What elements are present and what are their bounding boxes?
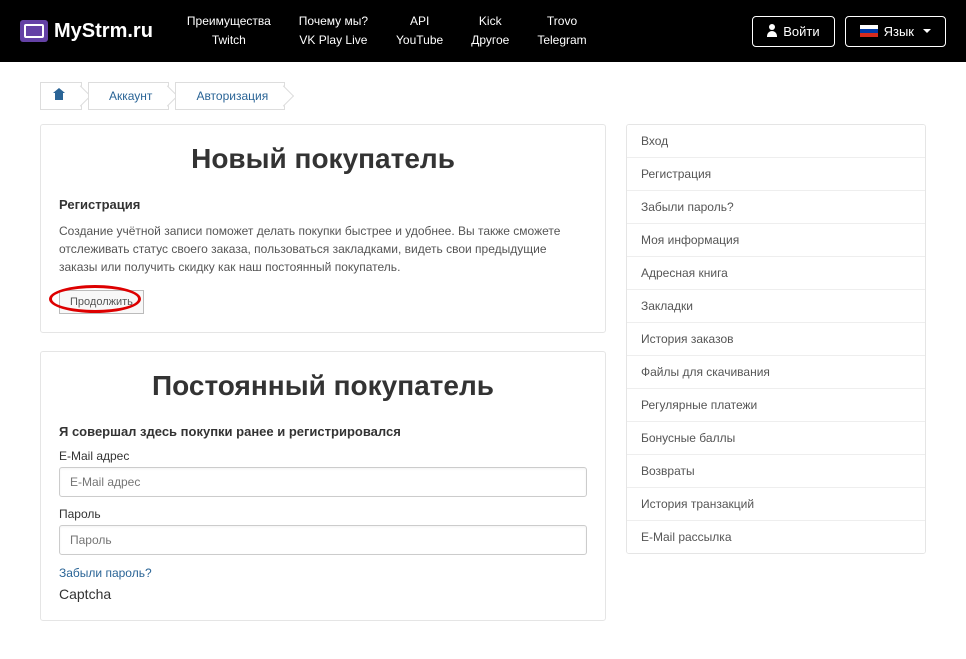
main-content: Новый покупатель Регистрация Создание уч… [40, 124, 606, 639]
home-icon [53, 90, 65, 100]
header-right: Войти Язык [752, 16, 946, 47]
registration-desc: Создание учётной записи поможет делать п… [59, 222, 587, 276]
person-icon [767, 26, 777, 36]
nav-item[interactable]: ПреимуществаTwitch [173, 12, 285, 50]
sidebar-item-login[interactable]: Вход [627, 125, 925, 158]
chevron-down-icon [923, 29, 931, 33]
flag-ru-icon [860, 25, 878, 37]
registration-subtitle: Регистрация [59, 197, 587, 212]
returning-title: Постоянный покупатель [59, 370, 587, 402]
twitch-icon [20, 20, 48, 42]
sidebar-item-address[interactable]: Адресная книга [627, 257, 925, 290]
sidebar-item-transactions[interactable]: История транзакций [627, 488, 925, 521]
sidebar-item-register[interactable]: Регистрация [627, 158, 925, 191]
breadcrumb: Аккаунт Авторизация [40, 82, 926, 110]
lang-label: Язык [884, 24, 914, 39]
login-button[interactable]: Войти [752, 16, 834, 47]
sidebar-item-newsletter[interactable]: E-Mail рассылка [627, 521, 925, 553]
main-nav: ПреимуществаTwitch Почему мы?VK Play Liv… [173, 12, 752, 50]
breadcrumb-account[interactable]: Аккаунт [88, 82, 169, 110]
sidebar-item-bonus[interactable]: Бонусные баллы [627, 422, 925, 455]
password-field[interactable] [59, 525, 587, 555]
sidebar-item-myinfo[interactable]: Моя информация [627, 224, 925, 257]
returning-customer-panel: Постоянный покупатель Я совершал здесь п… [40, 351, 606, 621]
nav-item[interactable]: KickДругое [457, 12, 523, 50]
continue-button[interactable]: Продолжить [59, 290, 144, 314]
forgot-password-link[interactable]: Забыли пароль? [59, 566, 152, 580]
returning-subtitle: Я совершал здесь покупки ранее и регистр… [59, 424, 587, 439]
language-button[interactable]: Язык [845, 16, 946, 47]
new-customer-panel: Новый покупатель Регистрация Создание уч… [40, 124, 606, 333]
login-label: Войти [783, 24, 819, 39]
password-label: Пароль [59, 507, 587, 521]
nav-item[interactable]: APIYouTube [382, 12, 457, 50]
nav-item[interactable]: Почему мы?VK Play Live [285, 12, 382, 50]
email-label: E-Mail адрес [59, 449, 587, 463]
account-sidebar: Вход Регистрация Забыли пароль? Моя инфо… [626, 124, 926, 639]
captcha-label: Captcha [59, 586, 587, 602]
sidebar-item-downloads[interactable]: Файлы для скачивания [627, 356, 925, 389]
sidebar-item-bookmarks[interactable]: Закладки [627, 290, 925, 323]
email-field[interactable] [59, 467, 587, 497]
top-navbar: MyStrm.ru ПреимуществаTwitch Почему мы?V… [0, 0, 966, 62]
nav-item[interactable]: TrovoTelegram [523, 12, 600, 50]
breadcrumb-auth[interactable]: Авторизация [175, 82, 285, 110]
sidebar-item-returns[interactable]: Возвраты [627, 455, 925, 488]
sidebar-item-recurring[interactable]: Регулярные платежи [627, 389, 925, 422]
sidebar-list: Вход Регистрация Забыли пароль? Моя инфо… [626, 124, 926, 554]
sidebar-item-orders[interactable]: История заказов [627, 323, 925, 356]
site-logo[interactable]: MyStrm.ru [20, 20, 153, 43]
new-customer-title: Новый покупатель [59, 143, 587, 175]
sidebar-item-forgot[interactable]: Забыли пароль? [627, 191, 925, 224]
brand-text: MyStrm.ru [54, 20, 153, 43]
breadcrumb-home[interactable] [40, 82, 82, 110]
